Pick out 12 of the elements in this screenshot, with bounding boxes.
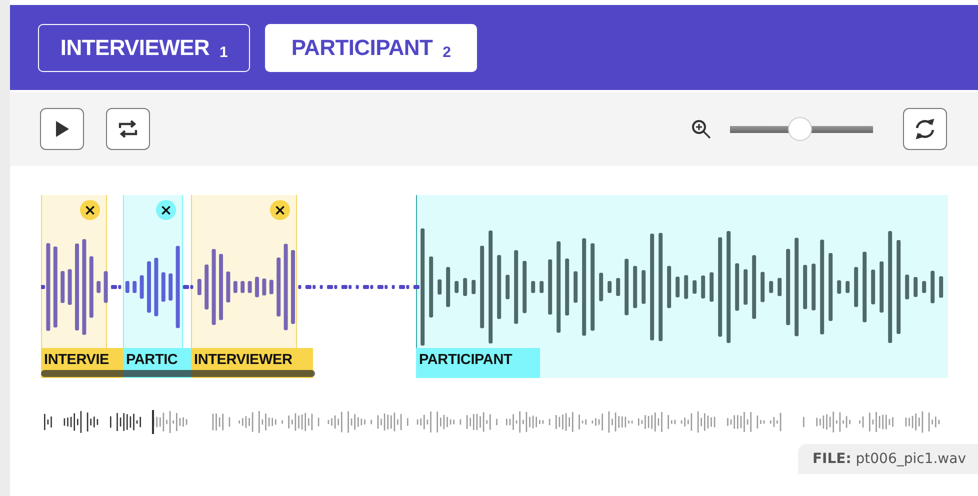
repeat-icon bbox=[116, 117, 140, 141]
file-name: FILE: pt006_pic1.wav bbox=[798, 444, 978, 474]
zoom-in-icon bbox=[691, 118, 712, 140]
refresh-button[interactable] bbox=[903, 108, 947, 150]
repeat-button[interactable] bbox=[106, 108, 150, 150]
speaker-tab[interactable]: INTERVIEWER 1 bbox=[38, 24, 250, 72]
speaker-label: PARTICIPANT bbox=[416, 348, 540, 378]
scrollbar-thumb[interactable] bbox=[41, 370, 315, 377]
slider-thumb[interactable] bbox=[788, 117, 812, 141]
speaker-tab[interactable]: PARTICIPANT 2 bbox=[265, 24, 477, 72]
play-icon bbox=[54, 120, 70, 138]
play-button[interactable] bbox=[40, 108, 84, 150]
